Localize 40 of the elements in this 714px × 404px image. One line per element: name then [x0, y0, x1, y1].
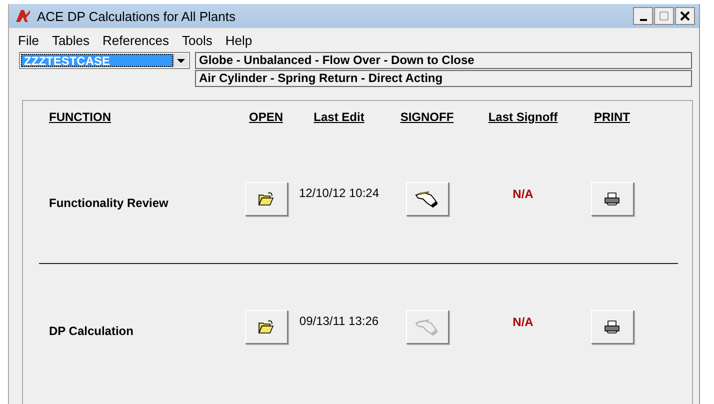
column-header: FUNCTION	[49, 110, 112, 126]
menu-item[interactable]: Help	[225, 33, 252, 49]
last-edit-date: 12/10/12 10:24	[298, 185, 380, 200]
last-signoff-value: N/A	[512, 314, 534, 329]
menu-item[interactable]: References	[102, 33, 170, 49]
pen-hand-icon	[415, 190, 439, 208]
signoff-button[interactable]	[406, 182, 448, 216]
dropdown-button[interactable]	[173, 54, 188, 67]
close-button[interactable]	[675, 7, 695, 25]
valve-info-field: Globe - Unbalanced - Flow Over - Down to Close	[195, 52, 692, 69]
menu-item[interactable]: File	[18, 33, 39, 49]
column-header: Last Signoff	[487, 110, 559, 126]
window-title: ACE DP Calculations for All Plants	[37, 8, 236, 24]
app-logo-icon	[15, 9, 31, 23]
column-header: SIGNOFF	[399, 110, 455, 126]
last-edit-date: 09/13/11 13:26	[299, 313, 379, 328]
open-button[interactable]	[244, 310, 288, 344]
column-header: OPEN	[248, 110, 284, 126]
printer-icon	[604, 320, 620, 334]
print-button[interactable]	[590, 182, 634, 216]
minimize-button[interactable]	[633, 7, 653, 25]
last-signoff-value: N/A	[512, 186, 534, 201]
menu-item[interactable]: Tables	[52, 33, 90, 49]
menu-item[interactable]: Tools	[182, 33, 212, 49]
function-name: Functionality Review	[49, 195, 170, 210]
folder-icon	[258, 320, 274, 334]
case-value: ZZZTESTCASE	[21, 54, 173, 67]
folder-icon	[258, 192, 274, 206]
pen-hand-icon	[415, 318, 439, 336]
column-header: PRINT	[593, 110, 631, 126]
minimize-icon	[640, 19, 646, 21]
printer-icon	[604, 192, 620, 206]
close-icon	[680, 11, 690, 21]
valve-info-field: Air Cylinder - Spring Return - Direct Acting	[195, 70, 692, 87]
maximize-icon	[659, 11, 669, 21]
caret-icon	[177, 58, 185, 62]
column-header: Last Edit	[312, 110, 366, 126]
open-button[interactable]	[244, 182, 288, 216]
print-button[interactable]	[590, 310, 634, 344]
function-name: DP Calculation	[49, 323, 134, 338]
